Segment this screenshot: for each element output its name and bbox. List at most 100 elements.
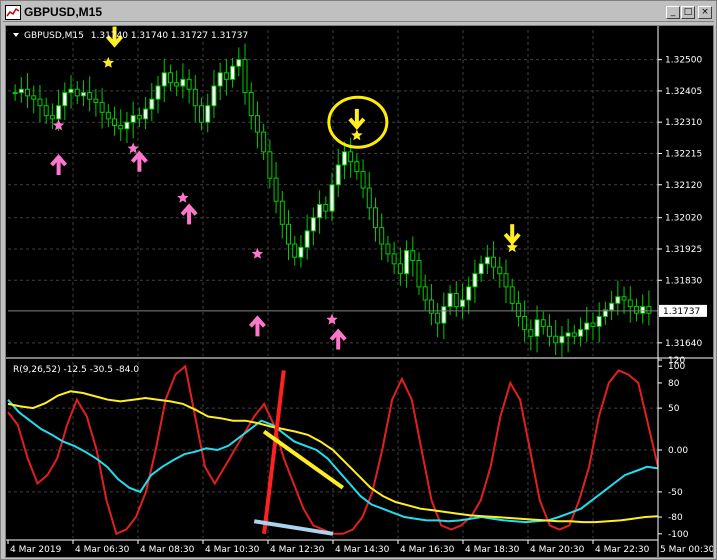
candle-body — [397, 263, 403, 275]
candle-body — [105, 111, 111, 120]
candle-body — [372, 207, 378, 229]
candle-body — [230, 65, 236, 80]
candle-body — [143, 108, 149, 120]
candle-body — [248, 92, 254, 117]
candle-body — [298, 246, 304, 258]
candle-body — [590, 322, 596, 327]
candle-body — [509, 286, 515, 304]
symbol-label: GBPUSD,M15 — [24, 31, 84, 41]
candle-body — [149, 98, 155, 110]
candle-body — [596, 315, 602, 327]
candle-body — [186, 78, 192, 90]
chart-window-icon — [5, 5, 21, 20]
close-button[interactable]: × — [698, 6, 712, 19]
candle-body — [174, 82, 180, 87]
candle-body — [441, 306, 447, 324]
candle-body — [621, 296, 627, 301]
candle-body — [37, 98, 43, 107]
pink-star-icon — [177, 191, 189, 203]
yellow-star-icon — [506, 241, 518, 253]
candle-body — [385, 243, 391, 255]
chart-area[interactable]: 1.32500 1.32405 1.32310 1.32215 1.32120 1.320… — [5, 25, 714, 558]
candle-body — [522, 315, 528, 331]
candle-body — [99, 101, 105, 113]
minimize-button[interactable]: _ — [666, 6, 680, 19]
up-arrow-icon — [329, 328, 347, 350]
candle-body — [354, 161, 360, 173]
candle-body — [112, 118, 118, 126]
candle-body — [466, 286, 472, 301]
candle-body — [80, 92, 86, 97]
yellow-star-icon — [102, 56, 114, 68]
candle-body — [453, 292, 459, 308]
candle-body — [366, 187, 372, 209]
candle-body — [124, 121, 130, 130]
candle-body — [242, 59, 248, 94]
candle-body — [646, 306, 652, 314]
time-tick-label: 4 Mar 16:30 — [400, 545, 455, 555]
candle-body — [534, 319, 540, 337]
candle-body — [379, 227, 385, 245]
ohlc-values: 1.31740 1.31740 1.31727 1.31737 — [91, 31, 248, 41]
candle-body — [615, 296, 621, 304]
candle-body — [74, 88, 80, 97]
candle-body — [254, 115, 260, 133]
candle-body — [93, 98, 99, 103]
indicator-tick-label: 50 — [668, 404, 680, 414]
candle-body — [528, 329, 534, 337]
candle-body — [31, 95, 37, 100]
price-tick-label: 1.32500 — [665, 56, 702, 66]
candle-body — [627, 299, 633, 308]
candle-body — [404, 250, 410, 275]
candle-body — [292, 243, 298, 258]
price-tick-label: 1.31925 — [665, 245, 702, 255]
candle-body — [484, 256, 490, 265]
candle-body — [199, 105, 205, 123]
candle-body — [578, 329, 584, 337]
candle-body — [223, 72, 229, 80]
candle-body — [118, 124, 124, 130]
candle-body — [136, 115, 142, 120]
candle-body — [317, 204, 323, 219]
candle-body — [472, 273, 478, 288]
red-trend-line — [262, 370, 286, 535]
candle-body — [640, 306, 646, 314]
candle-body — [609, 302, 615, 311]
title-bar[interactable]: GBPUSD,M15 _ □ × — [3, 3, 714, 22]
candle-body — [310, 217, 316, 232]
candle-body — [447, 292, 453, 308]
time-tick-label: 5 Mar 00:30 — [660, 545, 713, 555]
maximize-button[interactable]: □ — [681, 6, 695, 19]
candle-body — [236, 59, 242, 67]
chart-grid — [8, 30, 658, 538]
chart-canvas[interactable]: 1.32500 1.32405 1.32310 1.32215 1.32120 1.320… — [6, 26, 713, 557]
current-price-label: 1.31737 — [663, 307, 700, 317]
time-tick-label: 4 Mar 12:30 — [270, 545, 325, 555]
candle-body — [335, 164, 341, 186]
candle-body — [341, 151, 347, 166]
candle-body — [540, 319, 546, 327]
time-tick-label: 4 Mar 06:30 — [75, 545, 130, 555]
candle-body — [56, 105, 62, 120]
indicator-tick-label: 100 — [668, 362, 685, 372]
candle-body — [553, 335, 559, 344]
candle-body — [491, 256, 497, 268]
candle-body — [49, 115, 55, 120]
dropdown-icon[interactable] — [13, 33, 19, 37]
yellow-trend-line — [262, 429, 345, 490]
price-tick-label: 1.32020 — [665, 214, 702, 224]
candle-body — [323, 204, 329, 212]
candle-body — [391, 253, 397, 265]
candle-body — [43, 105, 49, 117]
candle-body — [211, 85, 217, 107]
candle-body — [584, 322, 590, 331]
candle-body — [273, 177, 279, 202]
candle-body — [633, 306, 639, 314]
pink-star-icon — [326, 313, 338, 325]
up-arrow-icon — [130, 150, 148, 172]
pink-star-icon — [251, 247, 264, 259]
indicator-tick-label: 80 — [668, 379, 680, 389]
candle-body — [286, 223, 292, 245]
time-tick-label: 4 Mar 18:30 — [465, 545, 520, 555]
candle-body — [435, 312, 441, 324]
